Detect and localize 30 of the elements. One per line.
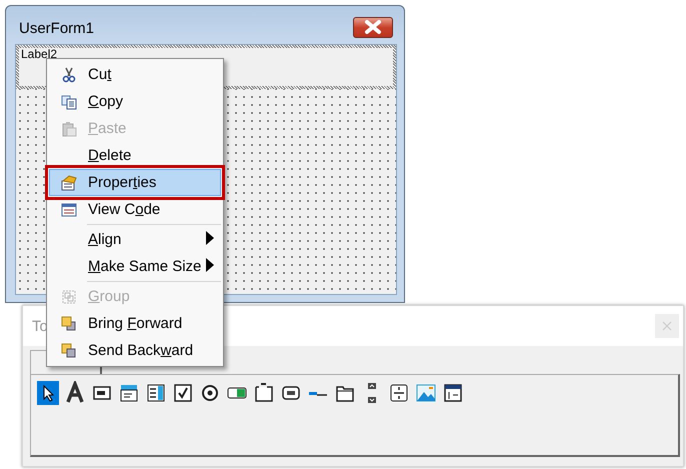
tab-strip-icon xyxy=(308,390,328,396)
front-layer-icon xyxy=(61,316,77,332)
menu-item[interactable]: Align xyxy=(49,226,221,253)
scissors-icon xyxy=(61,66,77,82)
window-title: UserForm1 xyxy=(19,20,94,36)
menu-item[interactable]: View Code xyxy=(49,196,221,223)
menu-item[interactable]: Make Same Size xyxy=(49,253,221,280)
frame-icon xyxy=(253,381,275,405)
letter-icon xyxy=(64,381,86,405)
menu-item[interactable]: Copy xyxy=(49,88,221,115)
label-text: Label2 xyxy=(21,47,58,61)
menu-item[interactable]: Bring Forward xyxy=(49,310,221,337)
properties-icon xyxy=(61,174,77,190)
submenu-arrow-icon xyxy=(206,258,214,272)
copy-icon xyxy=(61,94,77,110)
toolbox-tool[interactable] xyxy=(37,381,59,405)
group-icon xyxy=(61,288,77,304)
back-layer-icon xyxy=(61,342,77,358)
submenu-arrow-icon xyxy=(206,230,214,244)
menu-item[interactable]: Cut xyxy=(49,61,221,88)
close-icon xyxy=(662,321,672,331)
toolbox-tool[interactable] xyxy=(253,381,275,405)
menu-item[interactable]: Delete xyxy=(49,142,221,169)
code-window-icon xyxy=(61,202,77,218)
clipboard-icon xyxy=(61,120,77,136)
close-button[interactable] xyxy=(353,16,393,38)
menu-item[interactable]: Send Backward xyxy=(49,337,221,364)
close-icon xyxy=(363,20,383,34)
pointer-icon xyxy=(37,381,59,405)
toolbox-tool[interactable] xyxy=(64,381,86,405)
